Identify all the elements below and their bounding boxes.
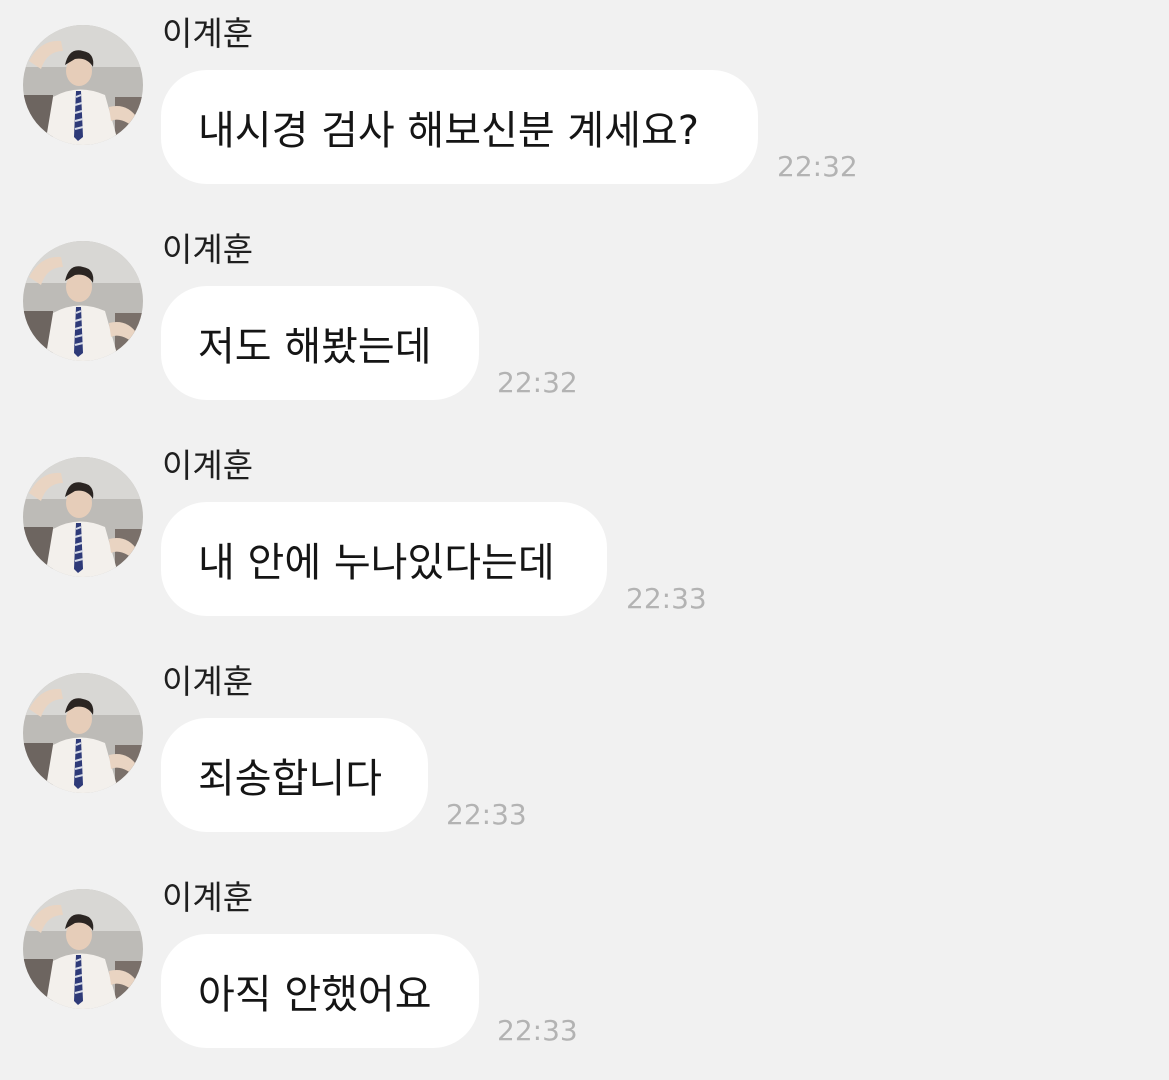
sender-avatar[interactable] xyxy=(23,673,143,793)
message-row: 이계훈 내시경 검사 해보신분 계세요? 22:32 xyxy=(0,0,1169,216)
avatar-photo-icon xyxy=(23,673,143,793)
avatar-photo-icon xyxy=(23,457,143,577)
message-row: 이계훈 아직 안했어요 22:33 xyxy=(0,864,1169,1080)
message-timestamp: 22:32 xyxy=(777,150,858,183)
sender-name: 이계훈 xyxy=(162,230,254,269)
message-bubble[interactable]: 죄송합니다 xyxy=(161,718,428,832)
message-timestamp: 22:33 xyxy=(446,798,527,831)
sender-name: 이계훈 xyxy=(162,662,254,701)
sender-name: 이계훈 xyxy=(162,446,254,485)
message-text: 죄송합니다 xyxy=(198,756,382,802)
message-row: 이계훈 내 안에 누나있다는데 22:33 xyxy=(0,432,1169,648)
message-text: 저도 해봤는데 xyxy=(198,324,432,370)
chat-thread: 이계훈 내시경 검사 해보신분 계세요? 22:32 이계훈 저도 해봤는데 2… xyxy=(0,0,1169,1074)
message-bubble[interactable]: 저도 해봤는데 xyxy=(161,286,479,400)
message-timestamp: 22:32 xyxy=(497,366,578,399)
message-text: 아직 안했어요 xyxy=(198,972,432,1018)
message-timestamp: 22:33 xyxy=(497,1014,578,1047)
avatar-photo-icon xyxy=(23,889,143,1009)
message-bubble[interactable]: 내 안에 누나있다는데 xyxy=(161,502,607,616)
message-bubble[interactable]: 내시경 검사 해보신분 계세요? xyxy=(161,70,758,184)
avatar-photo-icon xyxy=(23,25,143,145)
sender-avatar[interactable] xyxy=(23,457,143,577)
avatar-photo-icon xyxy=(23,241,143,361)
sender-name: 이계훈 xyxy=(162,14,254,53)
sender-name: 이계훈 xyxy=(162,878,254,917)
message-bubble[interactable]: 아직 안했어요 xyxy=(161,934,479,1048)
message-text: 내시경 검사 해보신분 계세요? xyxy=(198,108,699,154)
sender-avatar[interactable] xyxy=(23,889,143,1009)
message-timestamp: 22:33 xyxy=(626,582,707,615)
message-row: 이계훈 죄송합니다 22:33 xyxy=(0,648,1169,864)
sender-avatar[interactable] xyxy=(23,25,143,145)
message-row: 이계훈 저도 해봤는데 22:32 xyxy=(0,216,1169,432)
message-text: 내 안에 누나있다는데 xyxy=(198,540,555,586)
sender-avatar[interactable] xyxy=(23,241,143,361)
